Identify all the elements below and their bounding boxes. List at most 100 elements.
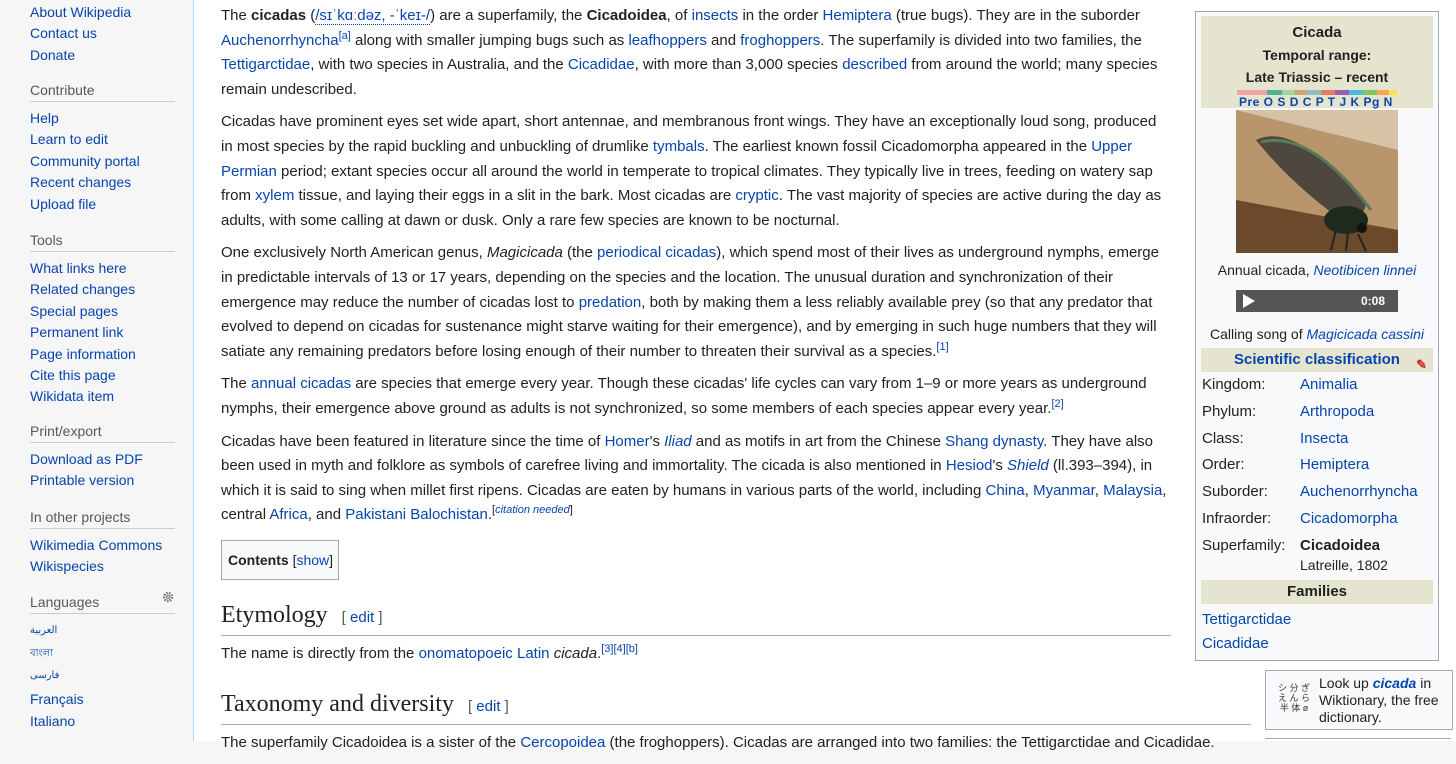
link-cicadidae[interactable]: Cicadidae bbox=[568, 56, 635, 73]
sidebar-item-download-pdf[interactable]: Download as PDF bbox=[30, 449, 185, 470]
sidebar-item-upload-file[interactable]: Upload file bbox=[30, 194, 185, 215]
cicada-illustration bbox=[1236, 110, 1398, 253]
link-magicicada-cassini[interactable]: Magicicada cassini bbox=[1307, 326, 1425, 342]
link-shang-dynasty[interactable]: Shang dynasty bbox=[945, 433, 1043, 450]
image-caption: Annual cicada, Neotibicen linnei bbox=[1217, 262, 1417, 278]
portal-heading: Languages bbox=[30, 594, 175, 614]
link-homer[interactable]: Homer bbox=[605, 433, 650, 450]
link-hemiptera[interactable]: Hemiptera bbox=[823, 7, 892, 24]
link-pakistani-balochistan[interactable]: Pakistani Balochistan bbox=[345, 506, 488, 523]
link-cercopoidea[interactable]: Cercopoidea bbox=[520, 734, 605, 751]
edit-section-link[interactable]: edit bbox=[350, 609, 374, 626]
sidebar-item-help[interactable]: Help bbox=[30, 108, 185, 129]
footnote-3[interactable]: [3] bbox=[601, 643, 613, 655]
taxon-rank: Suborder: bbox=[1202, 483, 1268, 501]
link-xylem[interactable]: xylem bbox=[255, 187, 294, 204]
link-shield[interactable]: Shield bbox=[1007, 457, 1049, 474]
sidebar-item-permanent-link[interactable]: Permanent link bbox=[30, 322, 185, 343]
link-onomatopoeic[interactable]: onomatopoeic bbox=[419, 645, 513, 662]
audio-duration: 0:08 bbox=[1360, 294, 1385, 308]
taxon-rank: Kingdom: bbox=[1202, 376, 1266, 393]
link-malaysia[interactable]: Malaysia bbox=[1103, 482, 1162, 499]
sidebar-item-donate[interactable]: Donate bbox=[30, 45, 185, 66]
footnote-1[interactable]: [1] bbox=[936, 341, 948, 353]
taxon-link[interactable]: Insecta bbox=[1300, 426, 1348, 453]
sidebar-item-about[interactable]: About Wikipedia bbox=[30, 2, 185, 23]
portal-heading: Tools bbox=[30, 232, 175, 252]
link-insects[interactable]: insects bbox=[692, 7, 739, 24]
bold-term: cicadas bbox=[251, 7, 307, 24]
link-tymbals[interactable]: tymbals bbox=[653, 138, 705, 155]
link-auchenorrhyncha[interactable]: Auchenorrhyncha bbox=[221, 32, 339, 49]
link-china[interactable]: China bbox=[986, 482, 1025, 499]
audio-player[interactable]: 0:08 bbox=[1236, 290, 1398, 312]
footnote-4[interactable]: [4] bbox=[613, 643, 625, 655]
temporal-range-label: Temporal range: bbox=[1262, 47, 1372, 63]
sidebar-item-cite-this-page[interactable]: Cite this page bbox=[30, 365, 185, 386]
link-predation[interactable]: predation bbox=[579, 294, 642, 311]
citation-needed-link[interactable]: citation needed bbox=[495, 504, 570, 516]
ipa-pronunciation[interactable]: /sɪˈkɑːdəz, -ˈkeɪ-/ bbox=[315, 7, 431, 25]
pencil-edit-icon[interactable]: ✎ bbox=[1416, 353, 1427, 377]
taxon-link[interactable]: Animalia bbox=[1300, 372, 1358, 399]
taxon-row-phylum: Phylum: Arthropoda bbox=[1196, 399, 1438, 426]
sidebar-item-community-portal[interactable]: Community portal bbox=[30, 151, 185, 172]
sidebar-item-special-pages[interactable]: Special pages bbox=[30, 301, 185, 322]
link-latin[interactable]: Latin bbox=[517, 645, 550, 662]
link-wiktionary-cicada[interactable]: cicada bbox=[1373, 675, 1417, 691]
sidebar-item-recent-changes[interactable]: Recent changes bbox=[30, 172, 185, 193]
intro-paragraph-4: The annual cicadas are species that emer… bbox=[221, 375, 1147, 417]
taxon-link[interactable]: Cicadomorpha bbox=[1300, 506, 1398, 533]
link-tettigarctidae[interactable]: Tettigarctidae bbox=[221, 56, 310, 73]
sidebar-item-learn-to-edit[interactable]: Learn to edit bbox=[30, 129, 185, 150]
sidebar-item-contact[interactable]: Contact us bbox=[30, 23, 185, 44]
link-iliad[interactable]: Iliad bbox=[664, 433, 692, 450]
sidebar-item-wikimedia-commons[interactable]: Wikimedia Commons bbox=[30, 535, 185, 556]
intro-paragraph-2: Cicadas have prominent eyes set wide apa… bbox=[221, 113, 1162, 229]
link-annual-cicadas[interactable]: annual cicadas bbox=[251, 375, 351, 392]
lang-item-arabic[interactable]: العربية bbox=[30, 620, 185, 643]
wiktionary-text: Look up cicada in Wiktionary, the free d… bbox=[1319, 675, 1439, 725]
lang-item-french[interactable]: Français bbox=[30, 688, 185, 711]
sidebar-item-related-changes[interactable]: Related changes bbox=[30, 279, 185, 300]
sidebar-item-page-information[interactable]: Page information bbox=[30, 344, 185, 365]
portal-heading: In other projects bbox=[30, 509, 175, 529]
lang-item-farsi[interactable]: فارسی bbox=[30, 665, 185, 688]
taxon-row-infraorder: Infraorder: Cicadomorpha bbox=[1196, 506, 1438, 533]
sidebar-item-wikispecies[interactable]: Wikispecies bbox=[30, 556, 185, 577]
link-froghoppers[interactable]: froghoppers bbox=[740, 32, 820, 49]
timescale-labels: Pre O S D C P T J K Pg N bbox=[1239, 95, 1393, 109]
lang-item-bangla[interactable]: বাংলা bbox=[30, 643, 185, 666]
sidebar-item-wikidata-item[interactable]: Wikidata item bbox=[30, 386, 185, 407]
link-leafhoppers[interactable]: leafhoppers bbox=[628, 32, 706, 49]
geologic-timescale-bar[interactable]: Pre O S D C P T J K Pg N bbox=[1237, 90, 1397, 109]
sidebar-item-what-links-here[interactable]: What links here bbox=[30, 258, 185, 279]
link-neotibicen-linnei[interactable]: Neotibicen linnei bbox=[1314, 262, 1417, 278]
edit-section-link[interactable]: edit bbox=[476, 698, 500, 715]
family-link-cicadidae[interactable]: Cicadidae bbox=[1196, 632, 1438, 656]
footnote-b[interactable]: [b] bbox=[626, 643, 638, 655]
link-hesiod[interactable]: Hesiod bbox=[946, 457, 993, 474]
link-periodical-cicadas[interactable]: periodical cicadas bbox=[597, 244, 716, 261]
footnote-a[interactable]: [a] bbox=[339, 30, 351, 42]
sidebar-item-printable-version[interactable]: Printable version bbox=[30, 470, 185, 491]
cicada-photo[interactable] bbox=[1236, 110, 1398, 253]
families-heading: Families bbox=[1201, 579, 1433, 604]
link-myanmar[interactable]: Myanmar bbox=[1033, 482, 1095, 499]
family-link-tettigarctidae[interactable]: Tettigarctidae bbox=[1196, 608, 1438, 632]
link-cryptic[interactable]: cryptic bbox=[735, 187, 778, 204]
play-icon[interactable] bbox=[1243, 294, 1255, 308]
toc-show-toggle[interactable]: show bbox=[296, 552, 329, 568]
gear-icon[interactable] bbox=[162, 591, 174, 603]
taxobox-header: Cicada Temporal range: Late Triassic – r… bbox=[1201, 16, 1433, 109]
taxon-link[interactable]: Arthropoda bbox=[1300, 399, 1374, 426]
taxon-rank: Infraorder: bbox=[1202, 509, 1272, 527]
taxon-link[interactable]: Hemiptera bbox=[1300, 452, 1369, 479]
footnote-2[interactable]: [2] bbox=[1051, 398, 1063, 410]
lang-item-italian[interactable]: Italiano bbox=[30, 710, 185, 733]
link-africa[interactable]: Africa bbox=[269, 506, 307, 523]
taxon-link[interactable]: Auchenorrhyncha bbox=[1300, 479, 1418, 506]
link-described[interactable]: described bbox=[842, 56, 907, 73]
sidebar-portal-tools: Tools What links here Related changes Sp… bbox=[30, 232, 185, 408]
link-scientific-classification[interactable]: Scientific classification bbox=[1234, 351, 1400, 368]
